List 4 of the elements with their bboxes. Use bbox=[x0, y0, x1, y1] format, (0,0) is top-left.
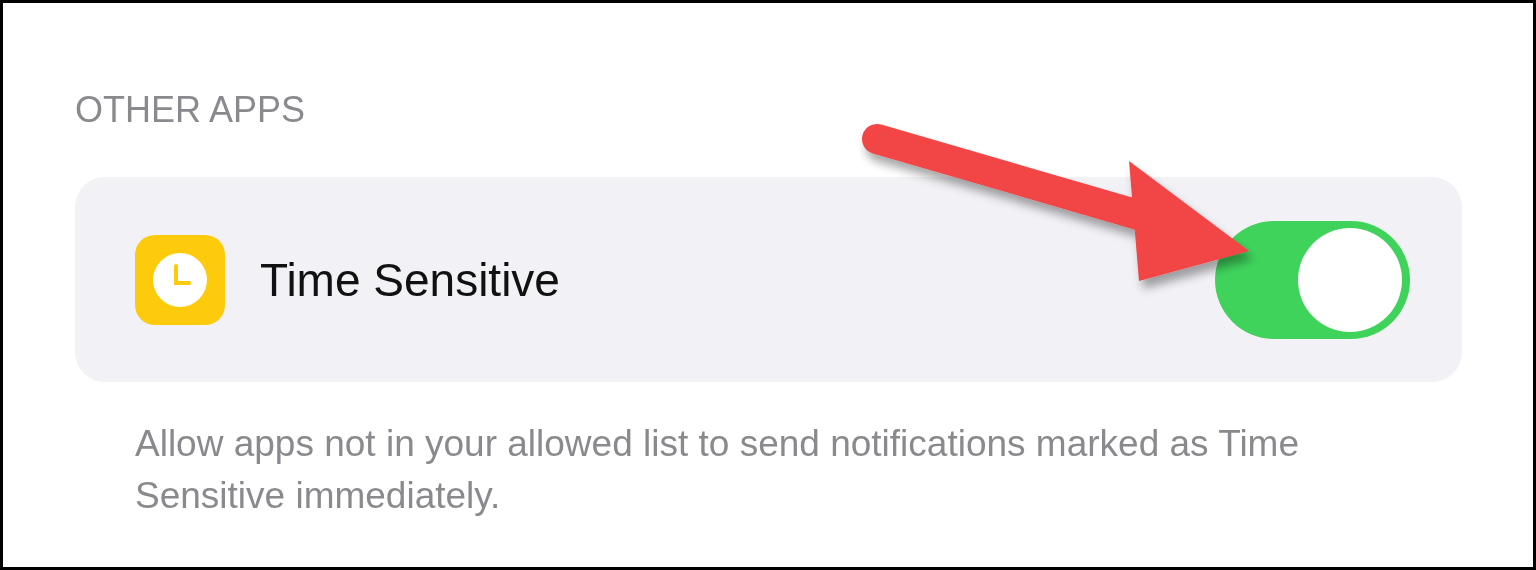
setting-label: Time Sensitive bbox=[260, 252, 561, 307]
footer-text: Allow apps not in your allowed list to send notifications marked as Time Sensitive immediately. bbox=[135, 422, 1301, 518]
clock-icon bbox=[135, 234, 225, 325]
section-header: OTHER APPS bbox=[75, 88, 307, 132]
